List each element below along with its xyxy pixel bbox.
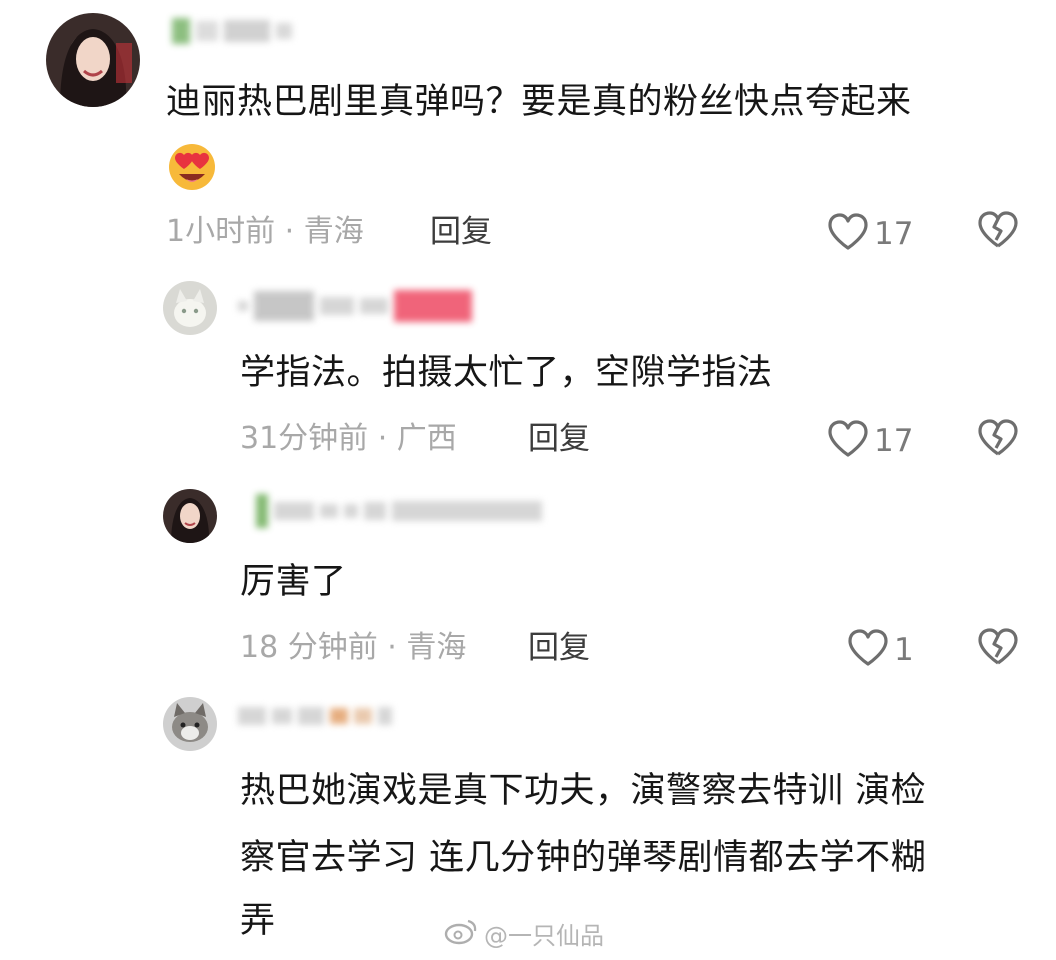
username-redacted [172, 18, 292, 44]
reply-button[interactable]: 回复 [528, 630, 590, 666]
like-button[interactable]: 17 [826, 419, 913, 463]
dislike-button[interactable] [976, 627, 1020, 671]
like-button[interactable]: 1 [846, 628, 914, 672]
heart-eyes-emoji-icon [166, 141, 218, 197]
heart-icon [826, 212, 870, 256]
comment-text-line: 弄 [240, 901, 276, 941]
comment-text: 厉害了 [240, 562, 347, 602]
like-button[interactable]: 17 [826, 212, 913, 256]
watermark: @一只仙品 [444, 916, 604, 951]
like-count: 1 [894, 632, 914, 668]
comment-text-line: 热巴她演戏是真下功夫，演警察去特训 演检 [240, 771, 927, 811]
user-avatar[interactable] [163, 697, 217, 751]
username-redacted [256, 494, 542, 528]
comment-text-line: 察官去学习 连几分钟的弹琴剧情都去学不糊 [240, 838, 927, 878]
broken-heart-icon [976, 628, 1020, 671]
like-count: 17 [874, 216, 914, 252]
weibo-icon [444, 917, 478, 951]
comment-time-location: 31分钟前 · 广西 [240, 421, 457, 456]
heart-icon [826, 419, 870, 463]
comment-text: 学指法。拍摄太忙了，空隙学指法 [240, 353, 773, 393]
comment-time-location: 1小时前 · 青海 [166, 214, 364, 249]
broken-heart-icon [976, 419, 1020, 462]
comment-text: 迪丽热巴剧里真弹吗？要是真的粉丝快点夸起来 [166, 82, 912, 122]
username-redacted [238, 707, 392, 725]
like-count: 17 [874, 423, 914, 459]
watermark-text: @一只仙品 [484, 922, 604, 950]
comment-time-location: 18 分钟前 · 青海 [240, 630, 467, 665]
broken-heart-icon [976, 211, 1020, 254]
user-avatar[interactable] [46, 13, 140, 107]
username-redacted [238, 290, 472, 322]
reply-button[interactable]: 回复 [528, 421, 590, 457]
dislike-button[interactable] [976, 418, 1020, 462]
user-avatar[interactable] [163, 489, 217, 543]
heart-icon [846, 628, 890, 672]
user-avatar[interactable] [163, 281, 217, 335]
reply-button[interactable]: 回复 [430, 214, 492, 250]
dislike-button[interactable] [976, 210, 1020, 254]
